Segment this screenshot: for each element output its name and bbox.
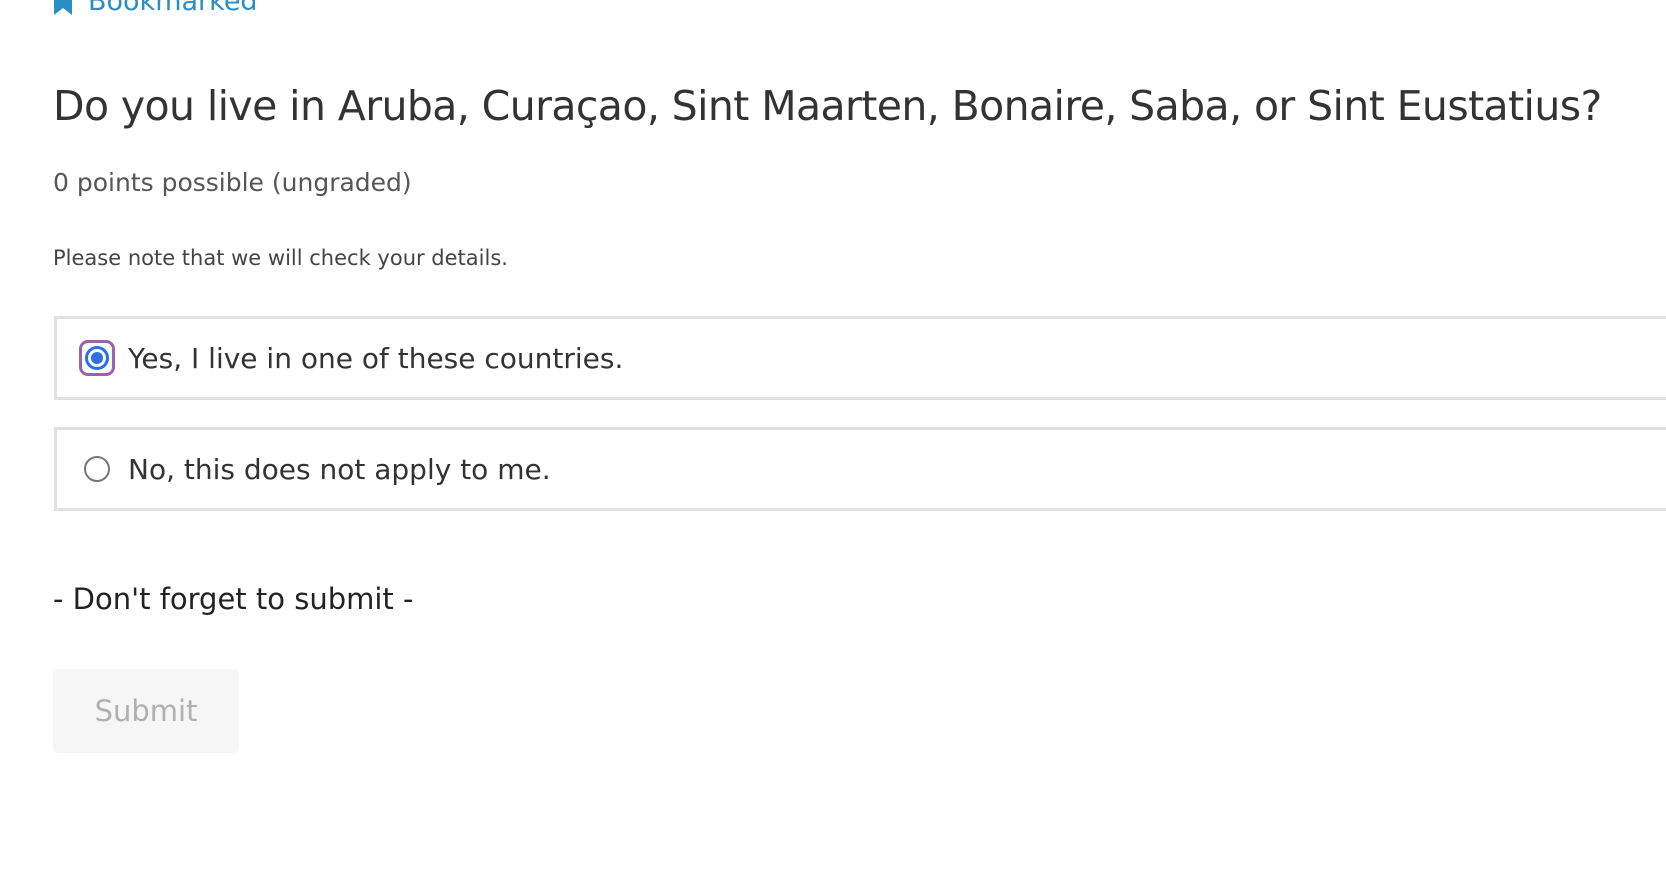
bookmark-link[interactable]: Bookmarked	[52, 0, 258, 17]
points-possible: 0 points possible (ungraded)	[53, 168, 412, 197]
question-title: Do you live in Aruba, Curaçao, Sint Maar…	[53, 82, 1602, 130]
radio-no[interactable]	[84, 456, 110, 482]
radio-dot	[91, 352, 103, 364]
choice-no[interactable]: No, this does not apply to me.	[54, 427, 1666, 511]
bookmark-icon	[52, 0, 74, 17]
choice-yes-label: Yes, I live in one of these countries.	[128, 341, 624, 375]
radio-yes[interactable]	[79, 340, 115, 376]
bookmark-label: Bookmarked	[88, 0, 258, 17]
submit-button[interactable]: Submit	[53, 669, 239, 753]
submit-reminder: - Don't forget to submit -	[53, 582, 414, 616]
choice-yes[interactable]: Yes, I live in one of these countries.	[54, 316, 1666, 400]
problem-note: Please note that we will check your deta…	[53, 246, 508, 270]
choice-no-label: No, this does not apply to me.	[128, 452, 551, 486]
radio-selected-indicator	[85, 346, 109, 370]
problem-page: Bookmarked Do you live in Aruba, Curaçao…	[0, 0, 1666, 876]
